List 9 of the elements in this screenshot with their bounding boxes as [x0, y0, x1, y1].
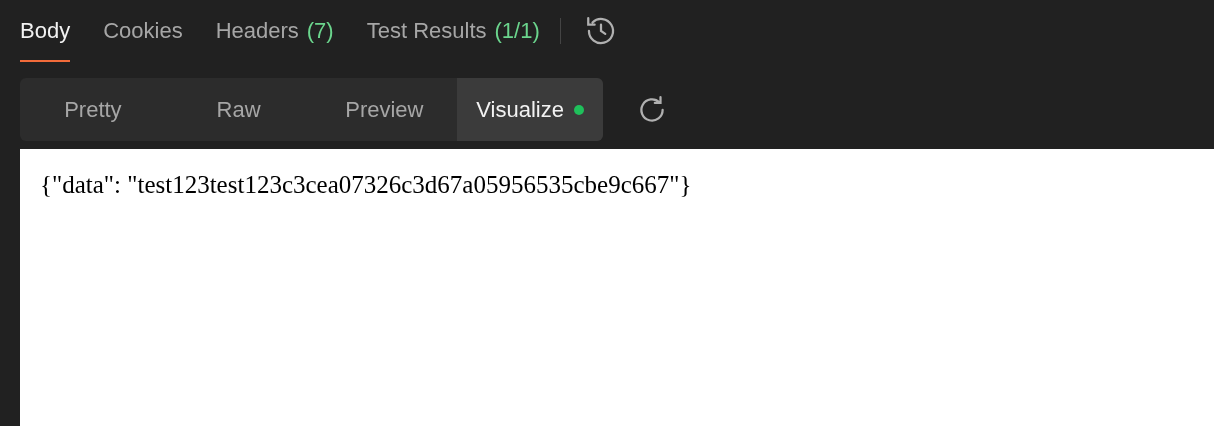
view-mode-tab[interactable]: Pretty	[20, 78, 166, 141]
view-mode-tab[interactable]: Raw	[165, 78, 312, 141]
response-tab[interactable]: Cookies	[103, 0, 183, 62]
response-tab[interactable]: Test Results (1/1)	[366, 0, 540, 62]
response-tab[interactable]: Headers (7)	[215, 0, 334, 62]
response-tab[interactable]: Body	[20, 0, 71, 62]
view-mode-tab[interactable]: Preview	[311, 78, 458, 141]
response-text: {"data": "test123test123c3cea07326c3d67a05956535cbe9c667"}	[40, 171, 692, 198]
view-mode-tab[interactable]: Visualize	[457, 78, 603, 141]
